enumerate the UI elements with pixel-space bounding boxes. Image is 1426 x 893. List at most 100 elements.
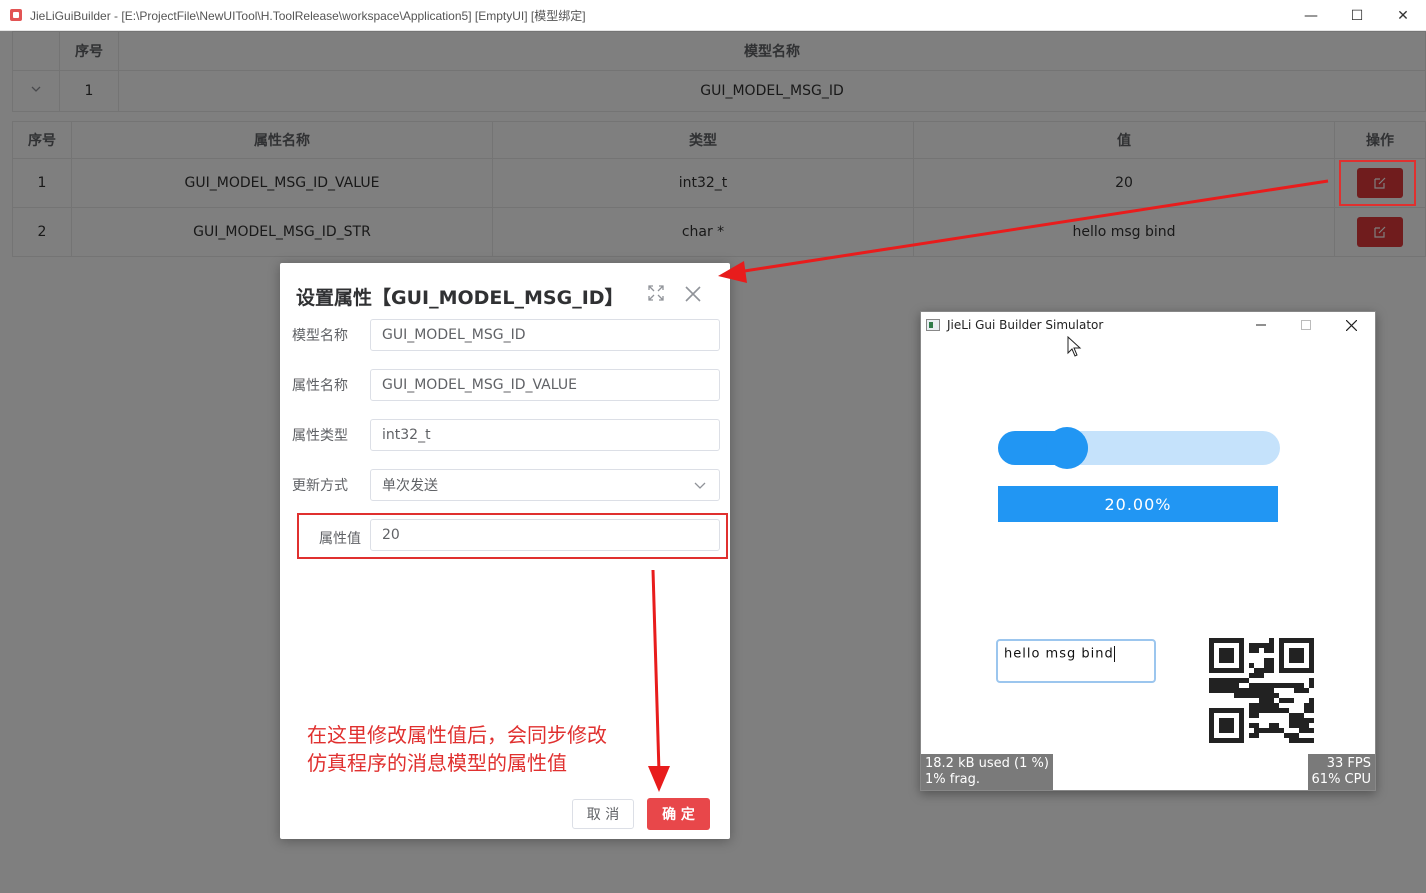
qr-module: [1214, 688, 1219, 693]
expand-icon: [648, 285, 664, 301]
qr-module: [1294, 713, 1299, 718]
qr-module: [1269, 643, 1274, 648]
qr-module: [1289, 713, 1294, 718]
qr-module: [1304, 708, 1309, 713]
qr-module: [1254, 643, 1259, 648]
attr-name-label: 属性名称: [292, 378, 348, 394]
qr-module: [1264, 658, 1269, 663]
dialog-title: 设置属性【GUI_MODEL_MSG_ID】: [296, 287, 624, 309]
qr-module: [1269, 703, 1274, 708]
qr-module: [1224, 688, 1229, 693]
fullscreen-button[interactable]: [648, 285, 664, 306]
qr-module: [1294, 683, 1299, 688]
model-name-input[interactable]: GUI_MODEL_MSG_ID: [370, 319, 720, 351]
attr-name-row: 属性名称 GUI_MODEL_MSG_ID_VALUE: [280, 369, 730, 401]
qr-module: [1244, 678, 1249, 683]
qr-module: [1274, 693, 1279, 698]
qr-module: [1229, 683, 1234, 688]
qr-module: [1304, 718, 1309, 723]
qr-module: [1299, 683, 1304, 688]
attr-value-input[interactable]: 20: [370, 519, 720, 551]
set-attribute-dialog: 设置属性【GUI_MODEL_MSG_ID】 模型名称 GUI_MODEL_MS…: [280, 263, 730, 839]
chevron-down-icon: [694, 482, 706, 489]
qr-module: [1299, 718, 1304, 723]
qr-module: [1299, 728, 1304, 733]
performance-monitor: 33 FPS 61% CPU: [1307, 754, 1375, 790]
close-icon: [1345, 319, 1357, 331]
attr-type-input[interactable]: int32_t: [370, 419, 720, 451]
simulator-title: JieLi Gui Builder Simulator: [947, 318, 1104, 332]
qr-module: [1274, 703, 1279, 708]
fps-value: 33 FPS: [1326, 756, 1371, 771]
qr-module: [1249, 688, 1254, 693]
update-mode-label: 更新方式: [292, 478, 348, 494]
cancel-button[interactable]: 取 消: [572, 799, 634, 829]
qr-module: [1249, 733, 1254, 738]
update-mode-select[interactable]: 单次发送: [370, 469, 720, 501]
text-cursor: [1113, 646, 1115, 662]
qr-module: [1299, 723, 1304, 728]
qr-module: [1269, 698, 1274, 703]
qr-module: [1279, 698, 1284, 703]
minimize-button[interactable]: —: [1288, 0, 1334, 31]
maximize-button[interactable]: ☐: [1334, 0, 1380, 31]
qr-module: [1259, 668, 1264, 673]
model-name-label: 模型名称: [292, 328, 348, 344]
qr-module: [1249, 663, 1254, 668]
main-titlebar: JieLiGuiBuilder - [E:\ProjectFile\NewUIT…: [0, 0, 1426, 31]
dialog-close-button[interactable]: [684, 285, 702, 308]
qr-module: [1269, 663, 1274, 668]
qr-module: [1249, 713, 1254, 718]
qr-module: [1259, 673, 1264, 678]
sim-maximize-button[interactable]: [1284, 312, 1328, 338]
cpu-value: 61% CPU: [1311, 772, 1371, 787]
confirm-button[interactable]: 确 定: [647, 798, 710, 830]
progress-label: 20.00%: [1104, 494, 1172, 514]
qr-module: [1309, 678, 1314, 683]
qr-module: [1249, 703, 1254, 708]
qr-module: [1264, 683, 1269, 688]
qr-module: [1219, 688, 1224, 693]
qr-module: [1264, 698, 1269, 703]
model-name-row: 模型名称 GUI_MODEL_MSG_ID: [280, 319, 730, 351]
value-slider[interactable]: [998, 427, 1280, 469]
qr-module: [1209, 678, 1214, 683]
qr-module: [1209, 683, 1214, 688]
memory-used: 18.2 kB used (1 %): [925, 756, 1049, 771]
mouse-cursor-icon: [1067, 336, 1082, 357]
qr-module: [1279, 708, 1284, 713]
qr-module: [1284, 708, 1289, 713]
qr-module: [1249, 723, 1254, 728]
qr-module: [1269, 638, 1274, 643]
qr-module: [1289, 648, 1304, 663]
close-button[interactable]: ✕: [1380, 0, 1426, 31]
qr-module: [1264, 643, 1269, 648]
qr-module: [1259, 703, 1264, 708]
annotation-line-2: 仿真程序的消息模型的属性值: [307, 751, 567, 775]
app-logo-icon: [10, 9, 22, 21]
text-area-value: hello msg bind: [1004, 646, 1114, 662]
qr-module: [1229, 678, 1234, 683]
qr-module: [1254, 648, 1259, 653]
qr-module: [1289, 698, 1294, 703]
minimize-icon: [1256, 324, 1266, 326]
qr-module: [1264, 728, 1269, 733]
text-area[interactable]: hello msg bind: [996, 639, 1156, 683]
maximize-icon: [1301, 320, 1311, 330]
qr-module: [1244, 688, 1249, 693]
attr-name-input[interactable]: GUI_MODEL_MSG_ID_VALUE: [370, 369, 720, 401]
simulator-app-icon: [926, 319, 940, 331]
sim-close-button[interactable]: [1329, 312, 1373, 338]
qr-module: [1219, 648, 1234, 663]
qr-module: [1269, 723, 1274, 728]
simulator-titlebar: JieLi Gui Builder Simulator: [921, 312, 1375, 338]
qr-module: [1269, 658, 1274, 663]
qr-module: [1229, 688, 1234, 693]
update-mode-row: 更新方式 单次发送: [280, 469, 730, 501]
slider-knob[interactable]: [1046, 427, 1088, 469]
qr-module: [1234, 678, 1239, 683]
qr-module: [1294, 733, 1299, 738]
qr-module: [1264, 663, 1269, 668]
annotation-line-1: 在这里修改属性值后，会同步修改: [307, 723, 607, 747]
sim-minimize-button[interactable]: [1239, 312, 1283, 338]
